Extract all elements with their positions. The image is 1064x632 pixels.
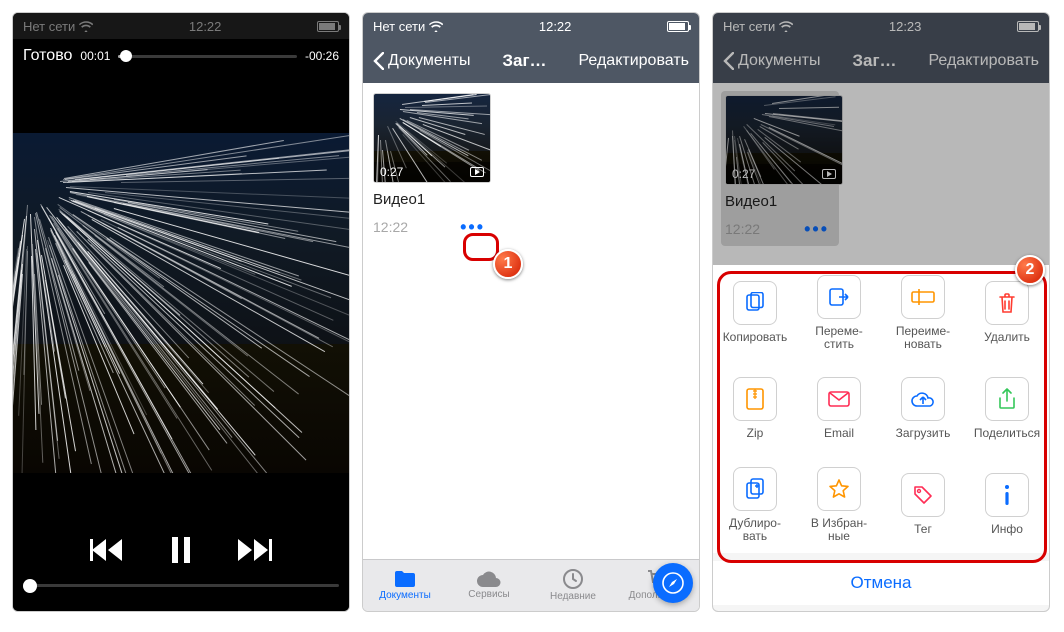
cloud-icon bbox=[477, 571, 501, 587]
time-remaining: -00:26 bbox=[305, 49, 339, 63]
back-label: Документы bbox=[388, 52, 470, 70]
cloud-upload-icon bbox=[911, 389, 935, 409]
action-tag[interactable]: Тег bbox=[881, 457, 965, 553]
action-zip[interactable]: Zip bbox=[713, 361, 797, 457]
chevron-left-icon bbox=[373, 52, 384, 70]
share-icon bbox=[998, 388, 1016, 410]
folder-icon bbox=[394, 570, 416, 588]
video-frame bbox=[13, 133, 349, 473]
nav-title: Заг… bbox=[502, 51, 546, 71]
file-time: 12:22 bbox=[373, 219, 408, 235]
info-icon bbox=[1002, 484, 1012, 506]
player-top-bar: Готово 00:01 -00:26 bbox=[13, 39, 349, 73]
time-elapsed: 00:01 bbox=[80, 49, 110, 63]
action-move[interactable]: Переме- стить bbox=[797, 265, 881, 361]
prev-track-button[interactable] bbox=[90, 539, 124, 566]
player-controls bbox=[13, 523, 349, 611]
callout-badge-2: 2 bbox=[1015, 255, 1045, 285]
next-track-button[interactable] bbox=[238, 539, 272, 566]
seek-bar[interactable] bbox=[118, 55, 297, 58]
tab-recent[interactable]: Недавние bbox=[531, 560, 615, 611]
done-button[interactable]: Готово bbox=[23, 47, 72, 65]
wifi-icon bbox=[429, 21, 443, 32]
nav-bar: Документы Заг… Редактировать bbox=[363, 39, 699, 83]
back-button[interactable]: Документы bbox=[373, 52, 470, 70]
action-copy[interactable]: Копировать bbox=[713, 265, 797, 361]
tag-icon bbox=[912, 484, 934, 506]
tab-services[interactable]: Сервисы bbox=[447, 560, 531, 611]
action-share[interactable]: Поделиться bbox=[965, 361, 1049, 457]
battery-icon bbox=[667, 21, 689, 32]
action-upload[interactable]: Загрузить bbox=[881, 361, 965, 457]
tab-bar: Документы Сервисы Недавние Дополнения bbox=[363, 559, 699, 611]
compass-icon bbox=[662, 572, 684, 594]
star-icon bbox=[828, 478, 850, 500]
phone-documents-list: Нет сети 12:22 Документы Заг… Редактиров… bbox=[362, 12, 700, 612]
file-item[interactable]: 0:27 Видео1 12:22 ••• bbox=[373, 93, 491, 236]
action-info[interactable]: Инфо bbox=[965, 457, 1049, 553]
action-email[interactable]: Email bbox=[797, 361, 881, 457]
phone-video-player: Нет сети 12:22 Готово 00:01 -00:26 bbox=[12, 12, 350, 612]
email-icon bbox=[828, 391, 850, 407]
clock-icon bbox=[563, 569, 583, 589]
copy-icon bbox=[744, 292, 766, 314]
cancel-button[interactable]: Отмена bbox=[713, 561, 1049, 605]
browser-fab[interactable] bbox=[653, 563, 693, 603]
pause-button[interactable] bbox=[170, 537, 192, 568]
edit-button[interactable]: Редактировать bbox=[578, 52, 689, 70]
phone-action-sheet: Нет сети 12:23 Документы Заг… Редактиров… bbox=[712, 12, 1050, 612]
status-bar: Нет сети 12:22 bbox=[363, 13, 699, 39]
clock: 12:22 bbox=[539, 19, 572, 34]
action-rename[interactable]: Переиме- новать bbox=[881, 265, 965, 361]
callout-badge-1: 1 bbox=[493, 249, 523, 279]
carrier-label: Нет сети bbox=[373, 19, 425, 34]
duplicate-icon bbox=[744, 478, 766, 500]
action-sheet: Копировать Переме- стить Переиме- новать… bbox=[713, 265, 1049, 611]
file-name: Видео1 bbox=[373, 191, 491, 208]
volume-slider[interactable] bbox=[23, 584, 339, 587]
action-duplicate[interactable]: Дублиро- вать bbox=[713, 457, 797, 553]
move-icon bbox=[828, 286, 850, 308]
trash-icon bbox=[997, 292, 1017, 314]
action-favorite[interactable]: В Избран- ные bbox=[797, 457, 881, 553]
rename-icon bbox=[911, 289, 935, 305]
more-actions-button[interactable]: ••• bbox=[454, 218, 491, 236]
zip-icon bbox=[746, 388, 764, 410]
tab-documents[interactable]: Документы bbox=[363, 560, 447, 611]
file-thumbnail: 0:27 bbox=[373, 93, 491, 183]
